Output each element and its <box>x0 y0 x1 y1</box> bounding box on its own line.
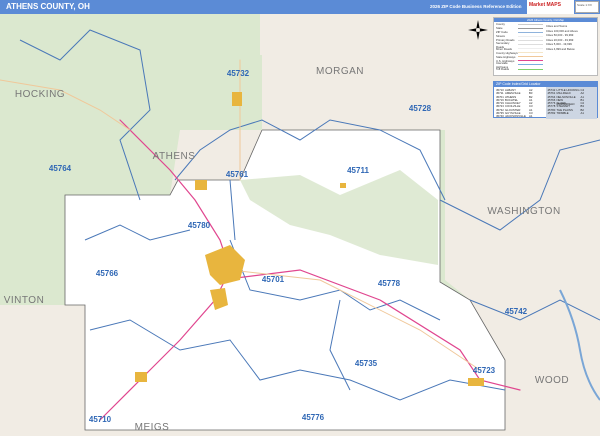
zip-label[interactable]: 45778 <box>378 279 401 288</box>
legend-swatch <box>518 27 543 29</box>
zip-index-table: ZIP Code Index/Grid Locator 45710 ALBANY A… <box>493 81 598 119</box>
zip-label[interactable]: 45776 <box>302 413 325 422</box>
legend-swatch <box>518 64 543 66</box>
zip-label[interactable]: 45732 <box>227 69 250 78</box>
zip-label[interactable]: 45780 <box>188 221 211 230</box>
zip-label[interactable]: 45728 <box>409 104 432 113</box>
legend-swatch <box>518 60 543 62</box>
zip-label[interactable]: 45766 <box>96 269 119 278</box>
zip-label[interactable]: 45764 <box>49 164 72 173</box>
legend-swatch <box>518 39 543 41</box>
zip-label[interactable]: 45710 <box>89 415 112 424</box>
city-legend: Cities and Towns Cities 100,000 and Abov… <box>546 24 596 52</box>
county-name-label: MEIGS <box>135 422 170 433</box>
legend-swatch <box>518 31 543 33</box>
scale-box: Scale 1:XX <box>575 1 599 13</box>
map-legend: 2026 Athens County, OH Map County State ZI… <box>493 17 598 76</box>
legend-swatch <box>518 68 543 70</box>
county-name-label: WASHINGTON <box>487 206 560 217</box>
zip-label[interactable]: 45761 <box>226 170 249 179</box>
county-name-label: ATHENS <box>153 151 196 162</box>
legend-swatch <box>518 23 543 25</box>
header-bar: ATHENS COUNTY, OH 2026 ZIP Code Business… <box>0 0 600 14</box>
zip-label[interactable]: 45711 <box>347 166 369 175</box>
county-name-label: MORGAN <box>316 66 364 77</box>
legend-swatch <box>518 44 543 46</box>
index-zip: 45740 <box>496 114 504 119</box>
map-subtitle: 2026 ZIP Code Business Reference Edition <box>430 4 522 9</box>
brand-logo: Market MAPS <box>527 0 574 14</box>
index-row[interactable]: 45782 TRIMBLE A1 <box>547 111 596 116</box>
legend-swatch <box>518 56 543 58</box>
index-city: TRIMBLE <box>556 111 569 116</box>
map-title: ATHENS COUNTY, OH <box>6 2 90 11</box>
county-map[interactable]: 45732 45728 45764 45761 45711 45780 45766 45701… <box>0 14 600 436</box>
index-city: JACKSONVILLE <box>505 114 526 119</box>
legend-swatch <box>518 52 543 54</box>
legend-item: Toll Roads <box>494 67 597 71</box>
zip-label[interactable]: 45735 <box>355 359 378 368</box>
legend-item-label: Toll Roads <box>496 67 510 72</box>
county-name-label: HOCKING <box>15 89 65 100</box>
legend-swatch <box>518 35 543 37</box>
legend-swatch <box>518 48 543 50</box>
index-grid: A1 <box>580 111 584 116</box>
index-grid: A1 <box>529 114 533 119</box>
zip-label[interactable]: 45723 <box>473 366 496 375</box>
county-name-label: WOOD <box>535 375 569 386</box>
zip-label[interactable]: 45701 <box>262 275 285 284</box>
index-row[interactable]: 45740 JACKSONVILLE A1 <box>496 114 544 119</box>
city-size-item: Cities 4,999 and Below <box>546 46 575 51</box>
zip-label[interactable]: 45742 <box>505 307 528 316</box>
county-name-label: VINTON <box>4 295 45 306</box>
index-zip: 45782 <box>547 111 556 116</box>
